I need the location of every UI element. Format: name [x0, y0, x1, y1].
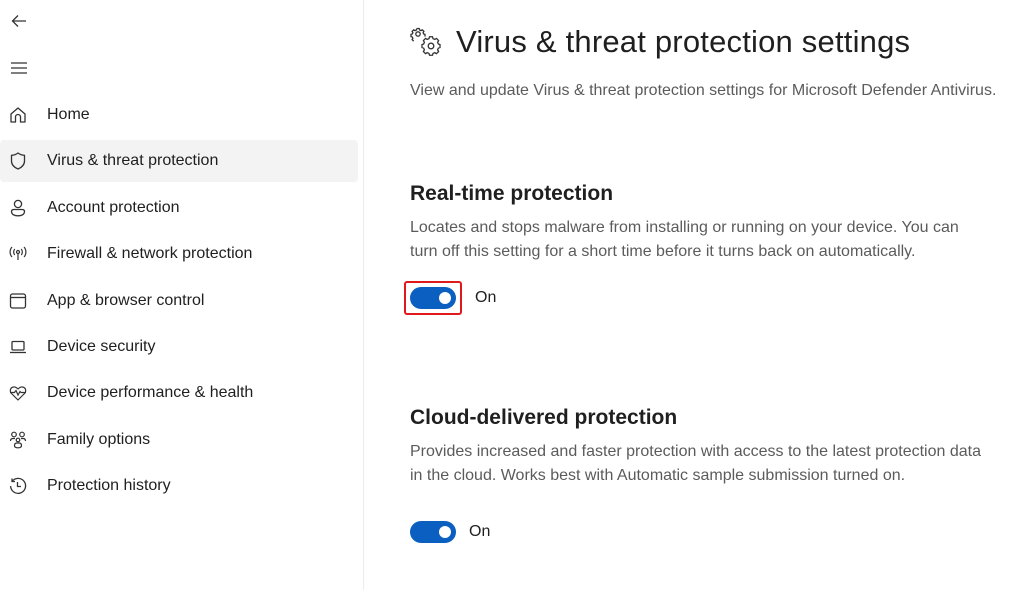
page-title: Virus & threat protection settings: [456, 24, 911, 59]
real-time-protection-toggle-row: On: [404, 281, 1000, 315]
section-description: Locates and stops malware from installin…: [410, 219, 959, 260]
sidebar-item-device-performance-health[interactable]: Device performance & health: [0, 372, 358, 414]
section-title: Real-time protection: [410, 182, 614, 205]
section-title: Cloud-delivered protection: [410, 406, 678, 429]
sidebar-item-label: Device security: [47, 337, 156, 355]
app-window-icon: [8, 291, 28, 311]
sidebar-item-home[interactable]: Home: [0, 94, 358, 136]
sidebar-item-label: Device performance & health: [47, 384, 254, 402]
sidebar-item-label: Virus & threat protection: [47, 152, 219, 170]
page-header: Virus & threat protection settings: [410, 24, 910, 60]
menu-button[interactable]: [6, 55, 32, 81]
sidebar-item-device-security[interactable]: Device security: [0, 326, 358, 368]
sidebar-item-label: Family options: [47, 430, 151, 448]
cloud-delivered-protection-toggle-row: On: [410, 521, 1000, 543]
sidebar-item-label: App & browser control: [47, 291, 205, 309]
toggle-knob: [439, 526, 451, 538]
sidebar-item-firewall-network-protection[interactable]: Firewall & network protection: [0, 233, 358, 275]
toggle-state-label: On: [469, 523, 491, 540]
back-button[interactable]: [6, 8, 32, 34]
sidebar-item-family-options[interactable]: Family options: [0, 419, 358, 461]
sidebar: Home Virus & threat protection Account p…: [0, 0, 363, 590]
sidebar-item-protection-history[interactable]: Protection history: [0, 465, 358, 507]
laptop-icon: [8, 337, 28, 357]
toggle-state-label: On: [475, 289, 497, 306]
heart-pulse-icon: [8, 383, 28, 403]
shield-icon: [8, 151, 28, 171]
antenna-icon: [8, 244, 28, 264]
gears-icon: [410, 27, 441, 56]
cloud-delivered-protection-toggle[interactable]: [410, 521, 456, 543]
sidebar-item-label: Firewall & network protection: [47, 245, 253, 263]
real-time-protection-section: Real-time protection Locates and stops m…: [404, 182, 1000, 315]
real-time-protection-toggle[interactable]: [410, 287, 456, 309]
sidebar-item-label: Home: [47, 106, 90, 123]
arrow-left-icon: [11, 15, 26, 27]
sidebar-divider: [363, 0, 364, 590]
sidebar-item-label: Account protection: [47, 198, 180, 216]
family-icon: [8, 430, 28, 450]
sidebar-item-app-browser-control[interactable]: App & browser control: [0, 280, 358, 322]
history-icon: [8, 476, 28, 496]
sidebar-item-account-protection[interactable]: Account protection: [0, 187, 358, 229]
page-description: View and update Virus & threat protectio…: [410, 82, 997, 99]
sidebar-item-label: Protection history: [47, 477, 171, 495]
sidebar-item-virus-threat-protection[interactable]: Virus & threat protection: [0, 140, 358, 183]
nav-list: Home Virus & threat protection Account p…: [0, 94, 358, 512]
cloud-delivered-protection-section: Cloud-delivered protection Provides incr…: [410, 406, 1000, 543]
hamburger-menu-icon: [11, 62, 27, 74]
highlight-box: [404, 281, 462, 315]
toggle-knob: [439, 292, 451, 304]
person-icon: [8, 198, 28, 218]
home-icon: [8, 105, 28, 125]
section-description: Provides increased and faster protection…: [410, 443, 981, 484]
